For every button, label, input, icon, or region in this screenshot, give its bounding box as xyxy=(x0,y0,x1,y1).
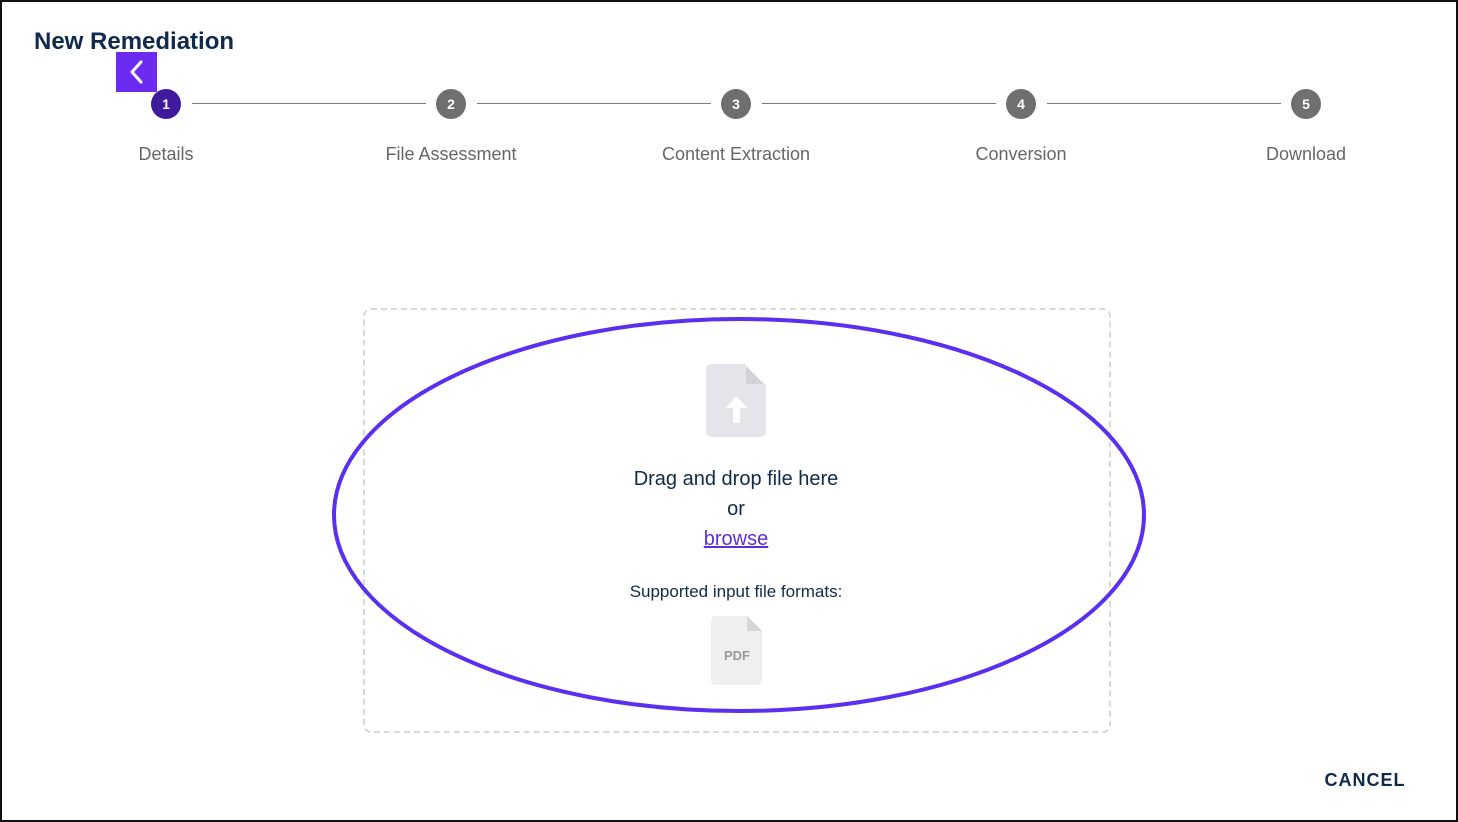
stepper-connector xyxy=(477,103,711,104)
step-2-label: File Assessment xyxy=(385,144,517,164)
step-2-indicator[interactable]: 2 xyxy=(436,89,466,119)
step-3-label: Content Extraction xyxy=(661,144,811,164)
back-button[interactable] xyxy=(116,52,157,92)
step-1-indicator[interactable]: 1 xyxy=(151,89,181,119)
pdf-file-icon: PDF xyxy=(711,616,762,685)
browse-wrapper: browse xyxy=(536,527,936,551)
supported-formats-label: Supported input file formats: xyxy=(629,582,843,601)
step-4-indicator[interactable]: 4 xyxy=(1006,89,1036,119)
file-upload-icon xyxy=(706,364,766,437)
or-text: or xyxy=(727,498,745,520)
step-1-label: Details xyxy=(138,144,194,164)
chevron-left-icon xyxy=(130,60,142,84)
step-4-label: Conversion xyxy=(975,144,1067,164)
cancel-button[interactable]: CANCEL xyxy=(1318,767,1412,793)
step-5-indicator[interactable]: 5 xyxy=(1291,89,1321,119)
step-5-label: Download xyxy=(1265,144,1347,164)
step-3-indicator[interactable]: 3 xyxy=(721,89,751,119)
drag-drop-text: Drag and drop file here xyxy=(633,468,839,490)
stepper-connector xyxy=(762,103,996,104)
browse-link[interactable]: browse xyxy=(704,528,768,550)
pdf-format-label: PDF xyxy=(724,648,750,663)
stepper-connector xyxy=(1047,103,1281,104)
stepper-connector xyxy=(192,103,426,104)
